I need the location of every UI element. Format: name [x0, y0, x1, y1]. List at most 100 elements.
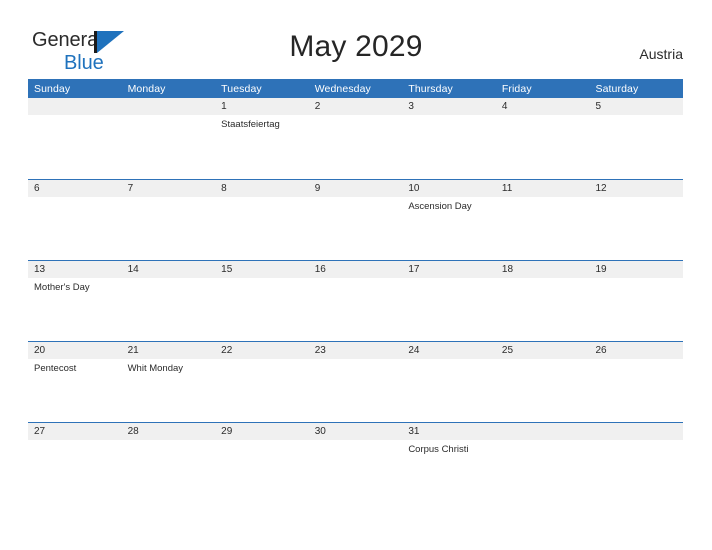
day-number: 28 [127, 425, 139, 437]
day-number: 4 [501, 100, 508, 112]
day-events [309, 359, 403, 363]
day-cell[interactable]: 21 Whit Monday [121, 342, 216, 422]
day-number-band: 12 [589, 180, 684, 197]
day-number: 21 [127, 344, 139, 356]
weekday-header-tuesday: Tuesday [221, 82, 262, 95]
day-number-band: 31 [402, 423, 496, 440]
week-row: 13 Mother's Day 14 15 16 17 18 19 [28, 260, 684, 341]
day-cell[interactable]: 20 Pentecost [28, 342, 122, 422]
day-events: Corpus Christi [402, 440, 496, 456]
day-events: Ascension Day [402, 197, 496, 213]
day-events [122, 440, 216, 444]
day-number-band: 27 [28, 423, 122, 440]
calendar-weeks: 1 Staatsfeiertag 2 3 4 5 6 7 8 9 10 Ascension Day 11… [28, 98, 684, 503]
day-number: 13 [34, 263, 46, 275]
day-events [496, 359, 590, 363]
day-number-band: 26 [589, 342, 684, 359]
day-cell[interactable]: 17 [402, 261, 496, 341]
weekday-header-monday: Monday [127, 82, 166, 95]
day-number-band: 10 [402, 180, 496, 197]
day-number: 30 [314, 425, 326, 437]
day-cell[interactable]: 10 Ascension Day [402, 180, 496, 260]
day-events: Pentecost [28, 359, 122, 375]
day-cell[interactable]: 23 [308, 342, 403, 422]
day-number: 8 [221, 182, 227, 194]
day-events [122, 115, 216, 119]
week-row: 1 Staatsfeiertag 2 3 4 5 [28, 98, 684, 179]
day-cell[interactable]: 5 [589, 98, 684, 179]
day-cell[interactable]: 12 [589, 180, 684, 260]
day-events [496, 197, 590, 201]
day-number-band: 14 [121, 261, 216, 278]
day-cell[interactable]: 3 [402, 98, 496, 179]
page-header: General Blue May 2029 Austria [0, 0, 712, 79]
day-number-band: 23 [308, 342, 403, 359]
day-cell[interactable]: 14 [121, 261, 216, 341]
day-number-band: 30 [308, 423, 403, 440]
day-cell[interactable]: 16 [308, 261, 403, 341]
day-cell[interactable]: 24 [402, 342, 496, 422]
day-events [496, 440, 590, 444]
day-cell[interactable]: 1 Staatsfeiertag [215, 98, 309, 179]
day-number-band: 16 [308, 261, 403, 278]
weekday-header-row: Sunday Monday Tuesday Wednesday Thursday… [28, 79, 683, 98]
day-events [309, 278, 403, 282]
week-row: 27 28 29 30 31 Corpus Christi [28, 422, 684, 503]
day-cell[interactable]: 2 [308, 98, 403, 179]
day-number-band: 25 [495, 342, 590, 359]
day-number-band: 9 [308, 180, 403, 197]
day-events [309, 440, 403, 444]
day-events: Mother's Day [28, 278, 122, 294]
day-cell[interactable]: 30 [308, 423, 403, 503]
day-events [402, 115, 496, 119]
day-number: 29 [221, 425, 233, 437]
day-events [215, 440, 309, 444]
day-cell[interactable]: 19 [589, 261, 684, 341]
day-cell[interactable]: 25 [495, 342, 590, 422]
day-number: 20 [34, 344, 46, 356]
day-number-band: 22 [215, 342, 309, 359]
day-cell[interactable]: 18 [495, 261, 590, 341]
day-number-band: 4 [495, 98, 590, 115]
day-cell[interactable]: 9 [308, 180, 403, 260]
day-number: 11 [501, 182, 513, 194]
day-events [122, 278, 216, 282]
day-events [309, 197, 403, 201]
day-cell[interactable]: 28 [121, 423, 216, 503]
day-cell[interactable]: 7 [121, 180, 216, 260]
day-cell[interactable]: 22 [215, 342, 309, 422]
day-events [496, 278, 590, 282]
page-title: May 2029 [289, 30, 423, 63]
week-row: 6 7 8 9 10 Ascension Day 11 12 [28, 179, 684, 260]
weekday-header-thursday: Thursday [408, 82, 453, 95]
day-cell[interactable]: 15 [215, 261, 309, 341]
day-cell[interactable]: 31 Corpus Christi [402, 423, 496, 503]
day-number-band: 6 [28, 180, 122, 197]
day-events [28, 115, 122, 119]
event-label: Pentecost [34, 363, 77, 374]
day-number-band: 19 [589, 261, 684, 278]
day-number-band [589, 423, 684, 440]
week-row: 20 Pentecost 21 Whit Monday 22 23 24 25 26 [28, 341, 684, 422]
day-events [402, 359, 496, 363]
day-events [589, 115, 683, 119]
event-label: Whit Monday [127, 363, 184, 374]
day-cell-empty [121, 98, 216, 179]
day-number-band: 1 [215, 98, 309, 115]
day-number: 31 [408, 425, 420, 437]
day-cell[interactable]: 4 [495, 98, 590, 179]
day-cell[interactable]: 29 [215, 423, 309, 503]
day-cell[interactable]: 6 [28, 180, 122, 260]
day-cell[interactable]: 27 [28, 423, 122, 503]
day-events [215, 278, 309, 282]
day-number-band: 17 [402, 261, 496, 278]
day-cell[interactable]: 26 [589, 342, 684, 422]
day-cell-empty [495, 423, 590, 503]
day-number-band: 3 [402, 98, 496, 115]
day-number-band: 29 [215, 423, 309, 440]
day-cell[interactable]: 8 [215, 180, 309, 260]
day-number: 10 [408, 182, 420, 194]
day-cell[interactable]: 13 Mother's Day [28, 261, 122, 341]
day-cell[interactable]: 11 [495, 180, 590, 260]
day-number-band: 15 [215, 261, 309, 278]
